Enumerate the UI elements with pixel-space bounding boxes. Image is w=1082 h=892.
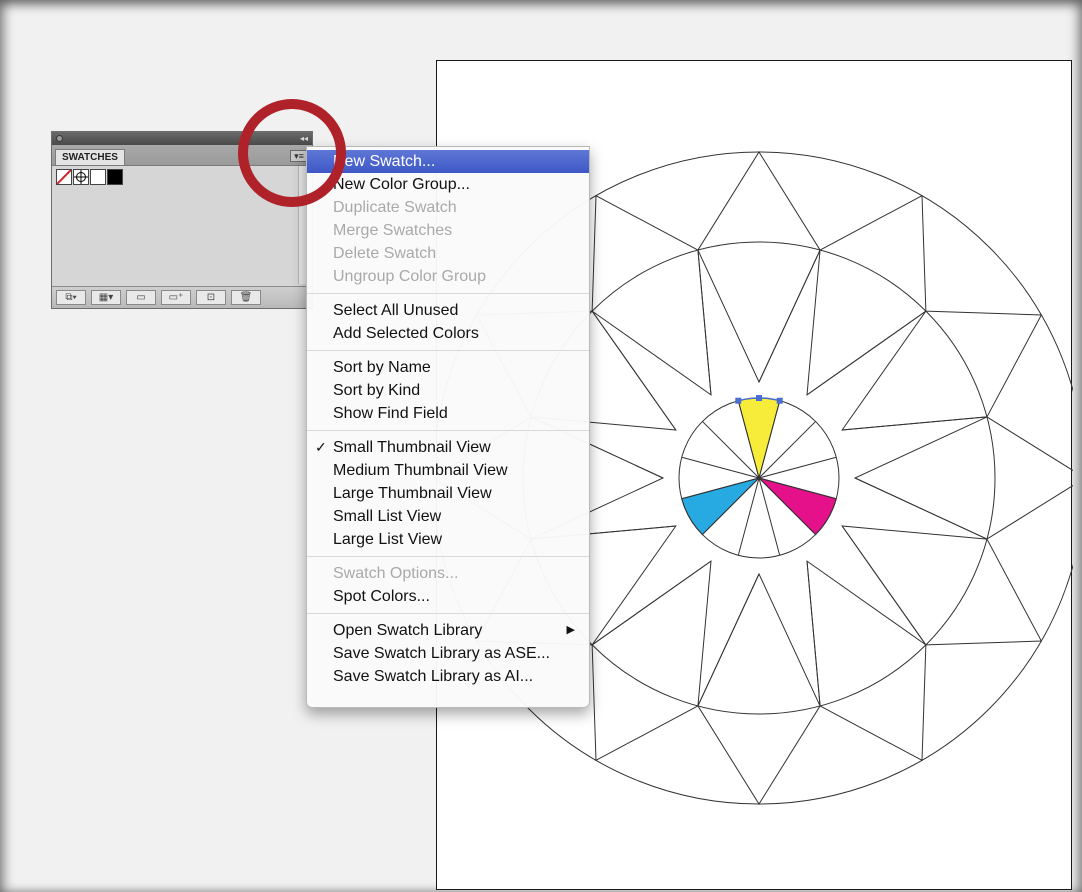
menu-item-open-swatch-library[interactable]: Open Swatch Library ▶ [307,619,589,642]
spoke [854,477,988,540]
menu-item-label: Small Thumbnail View [333,439,491,456]
swatch-libraries-menu-icon[interactable]: ⧉▾ [56,290,86,305]
menu-item-select-all-unused[interactable]: Select All Unused [307,299,589,322]
menu-item-small-thumbnail-view[interactable]: ✓ Small Thumbnail View [307,436,589,459]
menu-item-sort-by-kind[interactable]: Sort by Kind [307,379,589,402]
menu-item-swatch-options: Swatch Options... [307,562,589,585]
spoke [841,525,927,646]
menu-item-large-list-view[interactable]: Large List View [307,528,589,551]
panel-close-icon[interactable] [56,135,63,142]
workspace-background: ◂◂ SWATCHES ▾≡ ⧉▾ ▦▾ ▭ ▭⁺ ⊡ 🗑 New Swatch... Ne… [0,0,1082,892]
new-color-group-icon[interactable]: ▭⁺ [161,290,191,305]
menu-item-label: Add Selected Colors [333,325,479,342]
menu-item-label: Duplicate Swatch [333,199,457,216]
menu-separator [307,430,589,431]
swatches-panel-menu: New Swatch... New Color Group... Duplicate… [306,146,590,708]
menu-item-label: Sort by Name [333,359,431,376]
menu-separator [307,350,589,351]
menu-item-save-swatch-library-as-ai[interactable]: Save Swatch Library as AI... [307,665,589,688]
panel-bottom-toolbar: ⧉▾ ▦▾ ▭ ▭⁺ ⊡ 🗑 [52,286,312,308]
spoke [842,416,988,431]
menu-item-label: New Swatch... [333,153,436,170]
menu-item-label: Merge Swatches [333,222,453,239]
anchor-point [776,397,783,404]
menu-item-new-swatch[interactable]: New Swatch... [307,150,589,173]
none-swatch[interactable] [56,169,72,185]
menu-item-duplicate-swatch: Duplicate Swatch [307,196,589,219]
tab-swatches[interactable]: SWATCHES [55,149,125,165]
delete-swatch-icon[interactable]: 🗑 [231,290,261,305]
menu-item-label: Show Find Field [333,405,448,422]
none-swatch-icon [56,169,72,185]
menu-item-label: Save Swatch Library as AI... [333,668,534,685]
spoke [681,456,760,479]
anchor-point [756,395,762,401]
menu-item-label: Large Thumbnail View [333,485,492,502]
menu-item-show-find-field[interactable]: Show Find Field [307,402,589,425]
new-swatch-icon[interactable]: ⊡ [196,290,226,305]
menu-item-label: Medium Thumbnail View [333,462,508,479]
menu-item-small-list-view[interactable]: Small List View [307,505,589,528]
menu-item-new-color-group[interactable]: New Color Group... [307,173,589,196]
menu-separator [307,293,589,294]
menu-item-label: Select All Unused [333,302,459,319]
black-swatch[interactable] [107,169,123,185]
spoke [591,310,677,431]
spoke [591,560,712,646]
menu-item-spot-colors[interactable]: Spot Colors... [307,585,589,608]
show-swatch-kinds-icon[interactable]: ▦▾ [91,290,121,305]
annotation-highlight-circle [238,99,346,207]
registration-mark-icon [74,170,88,184]
spoke [697,573,760,707]
menu-item-label: Sort by Kind [333,382,421,399]
menu-item-label: Spot Colors... [333,588,430,605]
menu-item-label: Small List View [333,508,442,525]
menu-item-label: Large List View [333,531,443,548]
yellow-wedge [737,397,781,480]
menu-item-label: Delete Swatch [333,245,437,262]
spoke [806,310,927,396]
submenu-arrow-icon: ▶ [566,624,575,636]
spoke [758,456,837,479]
menu-item-medium-thumbnail-view[interactable]: Medium Thumbnail View [307,459,589,482]
menu-separator [307,613,589,614]
menu-item-large-thumbnail-view[interactable]: Large Thumbnail View [307,482,589,505]
spoke [806,561,821,707]
magenta-wedge [757,477,837,536]
swatch-grid [56,169,123,186]
menu-item-label: Save Swatch Library as ASE... [333,645,550,662]
menu-item-label: Ungroup Color Group [333,268,486,285]
menu-item-label: Open Swatch Library [333,622,483,639]
menu-item-label: New Color Group... [333,176,470,193]
swatch-options-icon[interactable]: ▭ [126,290,156,305]
registration-swatch[interactable] [73,169,89,185]
menu-item-merge-swatches: Merge Swatches [307,219,589,242]
spoke [758,249,821,383]
menu-separator [307,556,589,557]
spoke [697,249,712,395]
menu-item-delete-swatch: Delete Swatch [307,242,589,265]
menu-item-sort-by-name[interactable]: Sort by Name [307,356,589,379]
white-swatch[interactable] [90,169,106,185]
checkmark-icon: ✓ [315,439,327,455]
anchor-point [735,397,742,404]
menu-item-add-selected-colors[interactable]: Add Selected Colors [307,322,589,345]
menu-item-ungroup-color-group: Ungroup Color Group [307,265,589,288]
menu-item-save-swatch-library-as-ase[interactable]: Save Swatch Library as ASE... [307,642,589,665]
cyan-wedge [681,477,761,536]
menu-item-label: Swatch Options... [333,565,459,582]
